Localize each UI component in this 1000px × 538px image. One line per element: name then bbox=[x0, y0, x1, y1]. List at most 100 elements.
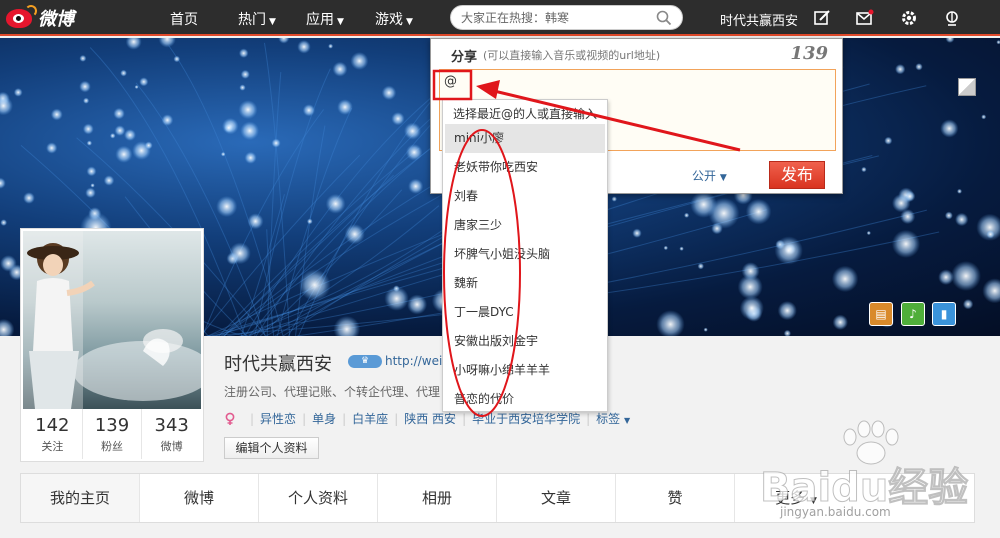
messages-icon[interactable] bbox=[856, 9, 874, 27]
bokeh-light bbox=[220, 151, 226, 157]
bokeh-light bbox=[915, 63, 923, 71]
stat-following[interactable]: 142 关注 bbox=[23, 409, 83, 459]
bokeh-light bbox=[0, 219, 8, 227]
stat-posts-label: 微博 bbox=[160, 440, 183, 453]
tab-album[interactable]: 相册 bbox=[378, 474, 497, 522]
mention-item[interactable]: 普恋的代价 bbox=[443, 385, 607, 414]
stat-followers-count: 139 bbox=[94, 415, 130, 436]
bokeh-light bbox=[103, 175, 115, 186]
weibo-logo[interactable]: 微博 bbox=[4, 5, 74, 30]
bokeh-light bbox=[23, 192, 35, 204]
bokeh-light bbox=[297, 40, 311, 54]
bokeh-light bbox=[344, 224, 365, 245]
tab-weibo[interactable]: 微博 bbox=[140, 474, 259, 522]
mention-item[interactable]: 小呀嘛小绵羊羊羊 bbox=[443, 356, 607, 385]
bokeh-light bbox=[134, 85, 139, 89]
profile-url-link[interactable]: http://weib bbox=[385, 354, 450, 368]
nav-games-label: 游戏 bbox=[375, 12, 403, 28]
bokeh-light bbox=[271, 138, 281, 148]
search-icon[interactable] bbox=[656, 10, 672, 26]
bokeh-light bbox=[229, 242, 251, 265]
id-card-badge-icon[interactable]: ▤ bbox=[869, 302, 893, 326]
weibo-eye-icon bbox=[4, 5, 37, 29]
bokeh-light bbox=[79, 54, 87, 62]
tag-orientation[interactable]: 异性恋 bbox=[260, 410, 296, 427]
bokeh-light bbox=[407, 294, 428, 315]
bokeh-light bbox=[739, 296, 764, 321]
mention-item[interactable]: 刘春 bbox=[443, 182, 607, 211]
fiber-strand bbox=[296, 209, 927, 336]
bokeh-light bbox=[831, 265, 859, 293]
bokeh-light bbox=[114, 125, 126, 136]
bokeh-light bbox=[777, 301, 797, 321]
bokeh-light bbox=[50, 108, 63, 121]
chevron-down-icon: ▼ bbox=[719, 173, 727, 183]
tab-profile[interactable]: 个人资料 bbox=[259, 474, 378, 522]
mobile-badge-icon[interactable]: ▮ bbox=[932, 302, 956, 326]
bokeh-light bbox=[690, 191, 718, 218]
bokeh-light bbox=[86, 166, 97, 177]
share-title: 分享 bbox=[451, 50, 478, 65]
bokeh-light bbox=[86, 140, 93, 146]
gear-icon[interactable] bbox=[900, 9, 918, 27]
bokeh-light bbox=[332, 61, 348, 77]
cover-settings-corner[interactable] bbox=[958, 78, 976, 96]
bokeh-light bbox=[832, 314, 848, 330]
search-box bbox=[450, 5, 683, 30]
current-user-link[interactable]: 时代共赢西安 bbox=[720, 10, 798, 29]
nav-hot[interactable]: 热门 ▼ bbox=[238, 9, 276, 29]
mention-list: mini小廖 老妖带你吃西安 刘春 唐家三少 坏脾气小姐没头脑 魏新 丁一晨DY… bbox=[443, 124, 607, 414]
bokeh-light bbox=[13, 88, 23, 97]
tab-articles[interactable]: 文章 bbox=[497, 474, 616, 522]
bokeh-light bbox=[144, 141, 153, 150]
mention-item[interactable]: 丁一晨DYC bbox=[443, 298, 607, 327]
compose-icon[interactable] bbox=[813, 9, 831, 27]
tag-relationship[interactable]: 单身 bbox=[312, 410, 336, 427]
avatar[interactable] bbox=[23, 231, 201, 409]
crown-icon[interactable] bbox=[943, 9, 961, 27]
verified-badge-icon[interactable]: ♛ bbox=[348, 355, 382, 368]
nav-apps-label: 应用 bbox=[306, 12, 334, 28]
bokeh-light bbox=[85, 187, 96, 199]
bokeh-light bbox=[986, 230, 995, 239]
profile-description: 注册公司、代理记账、个转企代理、代理 bbox=[224, 385, 441, 399]
talent-badge-icon[interactable]: ♪ bbox=[901, 302, 925, 326]
mention-suggestions: 选择最近@的人或直接输入 mini小廖 老妖带你吃西安 刘春 唐家三少 坏脾气小… bbox=[442, 99, 608, 412]
mention-item[interactable]: 魏新 bbox=[443, 269, 607, 298]
bokeh-light bbox=[216, 195, 238, 218]
tag-zodiac[interactable]: 白羊座 bbox=[352, 410, 388, 427]
bokeh-light bbox=[350, 52, 369, 70]
bokeh-light bbox=[161, 114, 174, 126]
tab-likes[interactable]: 赞 bbox=[616, 474, 735, 522]
bokeh-light bbox=[940, 119, 959, 138]
bokeh-light bbox=[703, 327, 708, 332]
bokeh-light bbox=[996, 40, 1000, 45]
nav-apps[interactable]: 应用 ▼ bbox=[306, 9, 344, 29]
bokeh-light bbox=[247, 213, 264, 230]
stat-followers[interactable]: 139 粉丝 bbox=[83, 409, 143, 459]
tab-my-home[interactable]: 我的主页 bbox=[21, 474, 140, 522]
mention-item[interactable]: mini小廖 bbox=[445, 124, 605, 153]
stat-posts[interactable]: 343 微博 bbox=[142, 409, 201, 459]
mention-item[interactable]: 唐家三少 bbox=[443, 211, 607, 240]
bokeh-light bbox=[239, 84, 246, 91]
mention-item[interactable]: 坏脾气小姐没头脑 bbox=[443, 240, 607, 269]
bokeh-light bbox=[173, 55, 181, 63]
mention-item[interactable]: 安徽出版刘金宇 bbox=[443, 327, 607, 356]
edit-profile-button[interactable]: 编辑个人资料 bbox=[224, 437, 319, 459]
tag-more-label: 标签 bbox=[596, 412, 621, 426]
bokeh-light bbox=[891, 229, 921, 258]
bokeh-light bbox=[46, 142, 58, 154]
bokeh-light bbox=[663, 245, 668, 251]
bokeh-light bbox=[79, 80, 91, 93]
nav-home[interactable]: 首页 bbox=[170, 9, 198, 29]
separator: | bbox=[342, 411, 347, 426]
bokeh-light bbox=[944, 211, 953, 220]
bokeh-light bbox=[679, 246, 684, 251]
nav-games[interactable]: 游戏 ▼ bbox=[375, 9, 413, 29]
search-input[interactable] bbox=[461, 10, 651, 26]
mention-item[interactable]: 老妖带你吃西安 bbox=[443, 153, 607, 182]
publish-button[interactable]: 发布 bbox=[769, 161, 825, 189]
visibility-dropdown[interactable]: 公开 ▼ bbox=[692, 167, 727, 184]
char-counter: 139 bbox=[790, 43, 828, 64]
